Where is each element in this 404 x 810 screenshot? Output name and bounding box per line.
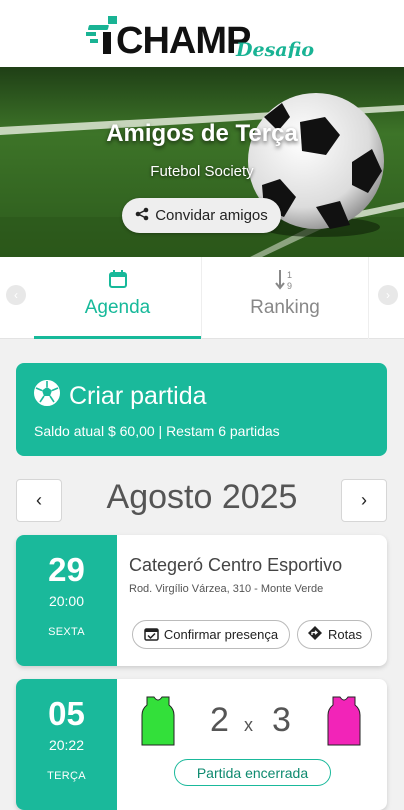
invite-friends-label: Convidar amigos xyxy=(155,207,268,224)
match-date-box: 05 20:22 TERÇA xyxy=(16,679,117,810)
confirm-presence-label: Confirmar presença xyxy=(163,627,279,642)
chevron-right-icon: › xyxy=(386,288,390,302)
tab-agenda[interactable]: Agenda xyxy=(34,257,201,339)
soccer-ball-icon xyxy=(33,379,61,414)
share-icon xyxy=(135,207,149,225)
calendar-check-icon xyxy=(144,626,159,644)
calendar-icon xyxy=(34,269,201,289)
away-score: 3 xyxy=(272,701,291,739)
next-month-button[interactable]: › xyxy=(341,479,387,522)
match-address: Rod. Virgílio Várzea, 310 - Monte Verde xyxy=(129,583,324,595)
tab-scroll-left-button[interactable]: ‹ xyxy=(6,285,26,305)
tab-agenda-label: Agenda xyxy=(84,297,151,318)
match-weekday: TERÇA xyxy=(47,770,86,782)
champ-desafio-logo: CHAMP Desafio xyxy=(86,14,318,62)
match-venue: Categeró Centro Esportivo xyxy=(129,555,343,575)
create-match-title: Criar partida xyxy=(69,382,207,410)
confirm-presence-button[interactable]: Confirmar presença xyxy=(132,620,290,649)
routes-button[interactable]: Rotas xyxy=(297,620,372,649)
svg-text:9: 9 xyxy=(287,281,292,291)
match-ended-badge: Partida encerrada xyxy=(174,759,331,786)
routes-label: Rotas xyxy=(328,627,362,642)
svg-text:CHAMP: CHAMP xyxy=(116,20,251,58)
svg-text:Desafio: Desafio xyxy=(235,39,314,58)
chevron-left-icon: ‹ xyxy=(36,490,42,510)
tab-ranking[interactable]: 19 Ranking xyxy=(201,257,369,339)
group-title: Amigos de Terça xyxy=(106,120,298,147)
home-score: 2 xyxy=(210,701,229,739)
chevron-right-icon: › xyxy=(361,490,367,510)
tab-ranking-label: Ranking xyxy=(250,297,320,318)
match-card[interactable]: 05 20:22 TERÇA 2 x 3 Partida encerrada xyxy=(16,679,387,810)
match-date-box: 29 20:00 SEXTA xyxy=(16,535,117,666)
previous-month-button[interactable]: ‹ xyxy=(16,479,62,522)
svg-text:1: 1 xyxy=(287,270,292,280)
match-day: 29 xyxy=(48,551,85,588)
top-bar: CHAMP Desafio xyxy=(0,0,404,67)
home-team-jersey-icon xyxy=(140,695,176,752)
match-time: 20:22 xyxy=(48,737,85,753)
create-match-title-row: Criar partida xyxy=(33,379,207,414)
sort-numeric-icon: 19 xyxy=(202,269,368,291)
match-time: 20:00 xyxy=(48,593,85,609)
match-weekday: SEXTA xyxy=(48,626,85,638)
group-subtitle: Futebol Society xyxy=(150,163,254,180)
month-label: Agosto 2025 xyxy=(106,478,298,516)
group-hero-banner: Amigos de Terça Futebol Society Convidar… xyxy=(0,67,404,257)
chevron-left-icon: ‹ xyxy=(14,288,18,302)
match-day: 05 xyxy=(48,695,85,732)
match-card[interactable]: 29 20:00 SEXTA Categeró Centro Esportivo… xyxy=(16,535,387,666)
tab-scroll-right-button[interactable]: › xyxy=(378,285,398,305)
away-team-jersey-icon xyxy=(326,695,362,752)
balance-info: Saldo atual $ 60,00 | Restam 6 partidas xyxy=(34,423,280,439)
score-separator: x xyxy=(244,715,253,735)
invite-friends-button[interactable]: Convidar amigos xyxy=(122,198,281,233)
create-match-card[interactable]: Criar partida Saldo atual $ 60,00 | Rest… xyxy=(16,363,387,456)
tab-bar: ‹ Agenda 19 Ranking › xyxy=(0,257,404,339)
directions-icon xyxy=(307,625,323,644)
